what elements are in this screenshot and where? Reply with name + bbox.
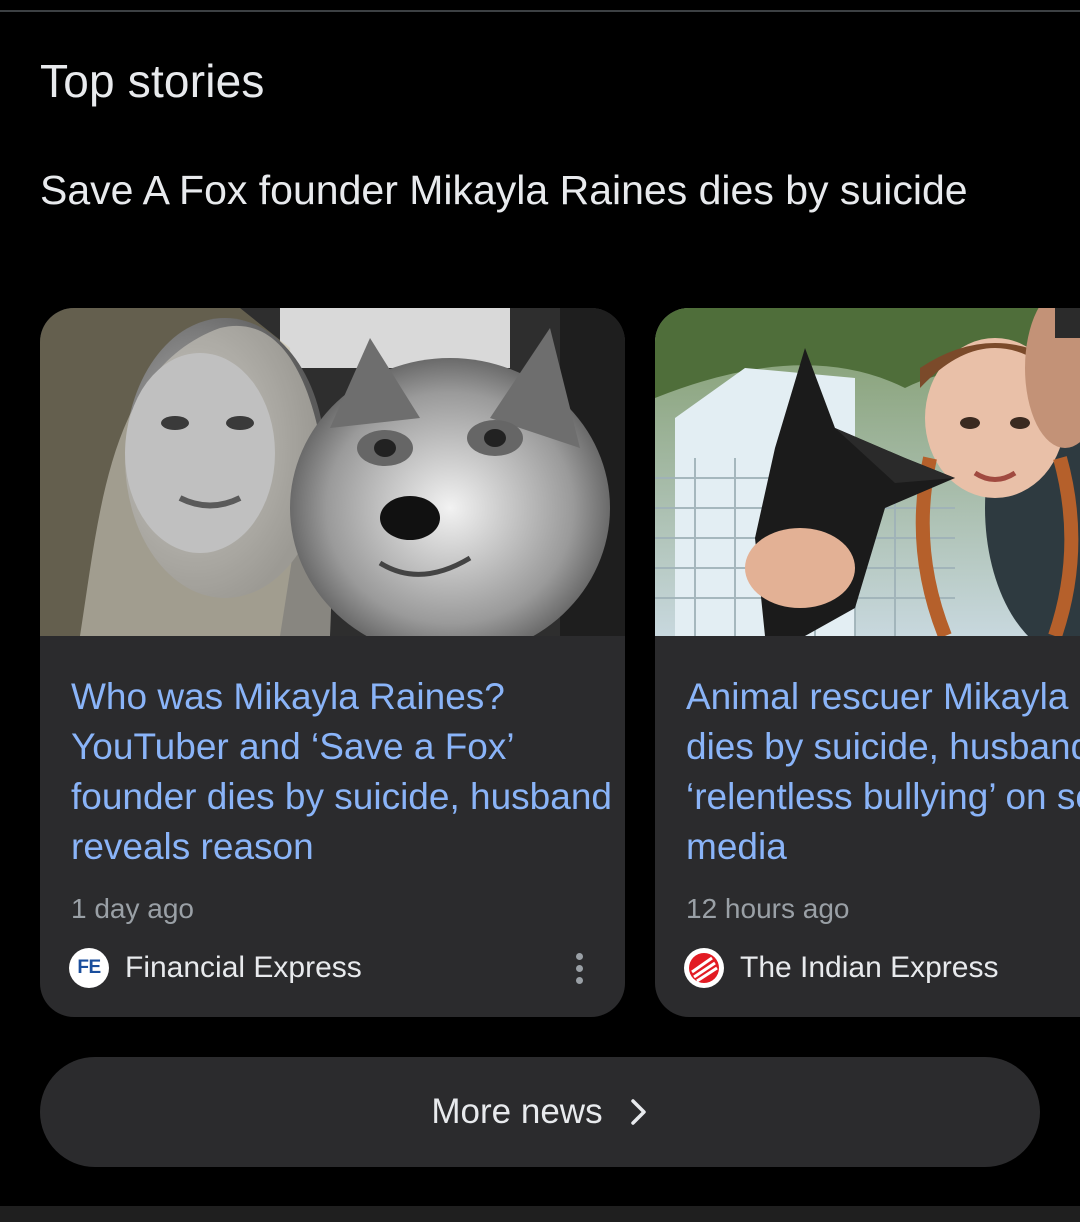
story-thumbnail-image xyxy=(655,308,1080,636)
top-stories-screen: Top stories Save A Fox founder Mikayla R… xyxy=(0,0,1080,1222)
source-name: The Indian Express xyxy=(740,951,999,984)
financial-express-logo-icon: FE xyxy=(69,948,109,988)
cluster-headline[interactable]: Save A Fox founder Mikayla Raines dies b… xyxy=(40,160,970,220)
top-divider xyxy=(0,0,1080,12)
story-card[interactable]: Animal rescuer Mikayla Raines dies by su… xyxy=(655,308,1080,1017)
bottom-divider xyxy=(0,1206,1080,1222)
chevron-right-icon xyxy=(629,1097,649,1127)
story-source: FE Financial Express xyxy=(69,948,599,988)
story-timestamp: 12 hours ago xyxy=(686,893,850,924)
story-card[interactable]: Who was Mikayla Raines? YouTuber and ‘Sa… xyxy=(40,308,625,1017)
story-source: The Indian Express xyxy=(684,948,1080,988)
story-headline[interactable]: Who was Mikayla Raines? YouTuber and ‘Sa… xyxy=(71,672,625,872)
more-news-button[interactable]: More news xyxy=(40,1057,1040,1167)
logo-text: FE xyxy=(77,957,101,978)
more-news-label: More news xyxy=(431,1092,603,1131)
more-vert-icon[interactable] xyxy=(567,948,591,988)
indian-express-logo-icon xyxy=(684,948,724,988)
story-timestamp: 1 day ago xyxy=(71,893,194,924)
source-name: Financial Express xyxy=(125,951,362,984)
story-headline[interactable]: Animal rescuer Mikayla Raines dies by su… xyxy=(686,672,1080,872)
section-title: Top stories xyxy=(40,55,265,107)
story-thumbnail-image xyxy=(40,308,625,636)
